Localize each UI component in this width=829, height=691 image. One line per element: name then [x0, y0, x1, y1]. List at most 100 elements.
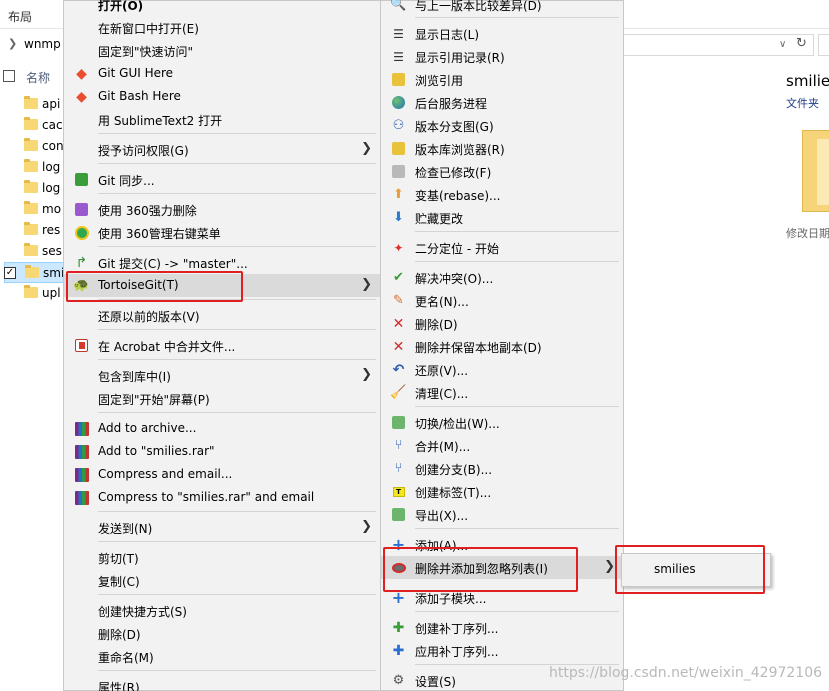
menu-item-resolve[interactable]: ✔ 解决冲突(O)... — [381, 266, 623, 289]
refresh-icon[interactable]: ↻ — [796, 36, 807, 51]
menu-item-open-sublime[interactable]: 用 SublimeText2 打开 — [64, 108, 380, 131]
menu-item-show-reflog[interactable]: ☰ 显示引用记录(R) — [381, 45, 623, 68]
preview-title: smilie — [786, 72, 829, 90]
bisect-icon: ✦ — [393, 240, 404, 255]
menu-item-apply-patch[interactable]: ✚ 应用补丁序列... — [381, 639, 623, 662]
menu-item-rename[interactable]: ✎ 更名(N)... — [381, 289, 623, 312]
menu-item-delete[interactable]: 删除(D) — [64, 622, 380, 645]
preview-modified-date-label: 修改日期 — [786, 227, 829, 240]
menu-item-label: 删除并保留本地副本(D) — [415, 341, 542, 355]
switch-icon — [390, 414, 407, 431]
menu-item-add-rar[interactable]: Add to "smilies.rar" — [64, 440, 380, 463]
menu-item-git-gui[interactable]: ◆ Git GUI Here — [64, 62, 380, 85]
menu-item-open-new-window[interactable]: 在新窗口中打开(E) — [64, 16, 380, 39]
menu-item-label: 应用补丁序列... — [415, 645, 499, 659]
menu-item-browse-refs[interactable]: 浏览引用 — [381, 68, 623, 91]
menu-item-grant-access[interactable]: 授予访问权限(G) ❯ — [64, 138, 380, 161]
ribbon-tab-layout[interactable]: 布局 — [8, 8, 32, 25]
folder-icon — [24, 117, 38, 130]
menu-item-repo-browser[interactable]: 版本库浏览器(R) — [381, 137, 623, 160]
menu-item-stash[interactable]: ⬇ 贮藏更改 — [381, 206, 623, 229]
shred-icon — [73, 201, 90, 218]
menu-item-label: 在 Acrobat 中合并文件... — [98, 340, 236, 354]
menu-item-label: Compress and email... — [98, 467, 233, 481]
menu-item-show-log[interactable]: ☰ 显示日志(L) — [381, 22, 623, 45]
menu-item-delete[interactable]: ✕ 删除(D) — [381, 312, 623, 335]
menu-item-360-manage[interactable]: 使用 360管理右键菜单 — [64, 221, 380, 244]
preview-type: 文件夹 — [786, 97, 819, 110]
menu-item-label: 创建补丁序列... — [415, 622, 499, 636]
list-item[interactable]: res — [0, 220, 70, 241]
menu-item-label: 发送到(N) — [98, 522, 153, 536]
list-item[interactable]: mo — [0, 199, 70, 220]
menu-item-cleanup[interactable]: 🧹 清理(C)... — [381, 381, 623, 404]
menu-separator — [98, 246, 376, 247]
menu-item-cut[interactable]: 剪切(T) — [64, 546, 380, 569]
menu-item-rebase[interactable]: ⬆ 变基(rebase)... — [381, 183, 623, 206]
menu-item-create-tag[interactable]: T 创建标签(T)... — [381, 480, 623, 503]
menu-item-restore-previous[interactable]: 还原以前的版本(V) — [64, 304, 380, 327]
menu-item-label: Add to "smilies.rar" — [98, 444, 215, 458]
list-item[interactable]: upl — [0, 283, 70, 304]
menu-item-create-patch[interactable]: ✚ 创建补丁序列... — [381, 616, 623, 639]
menu-separator — [98, 594, 376, 595]
menu-item-open[interactable]: 打开(O) — [64, 0, 380, 16]
annotation-box-tortoisegit — [66, 271, 243, 302]
list-item[interactable]: log — [0, 178, 70, 199]
menu-item-label: 剪切(T) — [98, 552, 139, 566]
list-item[interactable]: cac — [0, 115, 70, 136]
menu-item-label: 贮藏更改 — [415, 212, 464, 226]
menu-item-label: 创建快捷方式(S) — [98, 605, 187, 619]
menu-item-create-branch[interactable]: ⑂ 创建分支(B)... — [381, 457, 623, 480]
menu-item-git-bash[interactable]: ◆ Git Bash Here — [64, 85, 380, 108]
menu-separator — [415, 611, 619, 612]
menu-item-revision-graph[interactable]: ⚇ 版本分支图(G) — [381, 114, 623, 137]
menu-separator — [98, 163, 376, 164]
submenu-arrow-icon: ❯ — [361, 519, 372, 534]
menu-item-switch-checkout[interactable]: 切换/检出(W)... — [381, 411, 623, 434]
menu-item-label: Git GUI Here — [98, 66, 174, 80]
row-checkbox[interactable]: ✓ — [4, 267, 16, 279]
list-item[interactable]: con — [0, 136, 70, 157]
menu-item-merge[interactable]: ⑂ 合并(M)... — [381, 434, 623, 457]
menu-item-export[interactable]: 导出(X)... — [381, 503, 623, 526]
create-patch-icon: ✚ — [392, 619, 405, 636]
menu-item-label: 删除(D) — [98, 628, 141, 642]
menu-item-bisect-start[interactable]: ✦ 二分定位 - 开始 — [381, 236, 623, 259]
menu-item-label: 用 SublimeText2 打开 — [98, 114, 223, 128]
address-bar-path[interactable]: wnmp — [24, 37, 61, 51]
list-item[interactable]: log — [0, 157, 70, 178]
menu-item-rename[interactable]: 重命名(M) — [64, 645, 380, 668]
annotation-box-ignore — [383, 547, 578, 592]
list-item-selected[interactable]: ✓ smi — [4, 262, 70, 283]
address-dropdown-icon[interactable]: ∨ — [779, 39, 786, 50]
menu-item-check-modified[interactable]: 检查已修改(F) — [381, 160, 623, 183]
breadcrumb-chevron-icon[interactable]: ❯ — [8, 37, 17, 50]
menu-item-label: 使用 360管理右键菜单 — [98, 227, 221, 241]
menu-item-pin-quick-access[interactable]: 固定到"快速访问" — [64, 39, 380, 62]
column-header-name[interactable]: 名称 — [26, 69, 50, 86]
menu-item-properties[interactable]: 属性(R) — [64, 675, 380, 691]
menu-item-pin-start[interactable]: 固定到"开始"屏幕(P) — [64, 387, 380, 410]
list-item[interactable]: ses — [0, 241, 70, 262]
menu-item-daemon[interactable]: 后台服务进程 — [381, 91, 623, 114]
git-diamond-icon: ◆ — [76, 65, 87, 82]
menu-item-add-archive[interactable]: Add to archive... — [64, 417, 380, 440]
search-input[interactable] — [818, 34, 829, 56]
list-item[interactable]: api — [0, 94, 70, 115]
menu-item-revert[interactable]: ↶ 还原(V)... — [381, 358, 623, 381]
menu-item-copy[interactable]: 复制(C) — [64, 569, 380, 592]
menu-item-360-shred[interactable]: 使用 360强力删除 — [64, 198, 380, 221]
menu-item-git-sync[interactable]: Git 同步... — [64, 168, 380, 191]
menu-item-diff-previous[interactable]: 🔍 与上一版本比较差异(D) — [381, 0, 623, 16]
menu-item-send-to[interactable]: 发送到(N) ❯ — [64, 516, 380, 539]
menu-item-include-library[interactable]: 包含到库中(I) ❯ — [64, 364, 380, 387]
menu-item-label: 解决冲突(O)... — [415, 272, 494, 286]
select-all-checkbox[interactable] — [3, 70, 15, 82]
menu-item-delete-keep-local[interactable]: ✕ 删除并保留本地副本(D) — [381, 335, 623, 358]
menu-item-create-shortcut[interactable]: 创建快捷方式(S) — [64, 599, 380, 622]
menu-item-compress-rar-email[interactable]: Compress to "smilies.rar" and email — [64, 486, 380, 509]
menu-item-compress-email[interactable]: Compress and email... — [64, 463, 380, 486]
menu-item-label: Compress to "smilies.rar" and email — [98, 490, 315, 504]
menu-item-acrobat-merge[interactable]: 在 Acrobat 中合并文件... — [64, 334, 380, 357]
